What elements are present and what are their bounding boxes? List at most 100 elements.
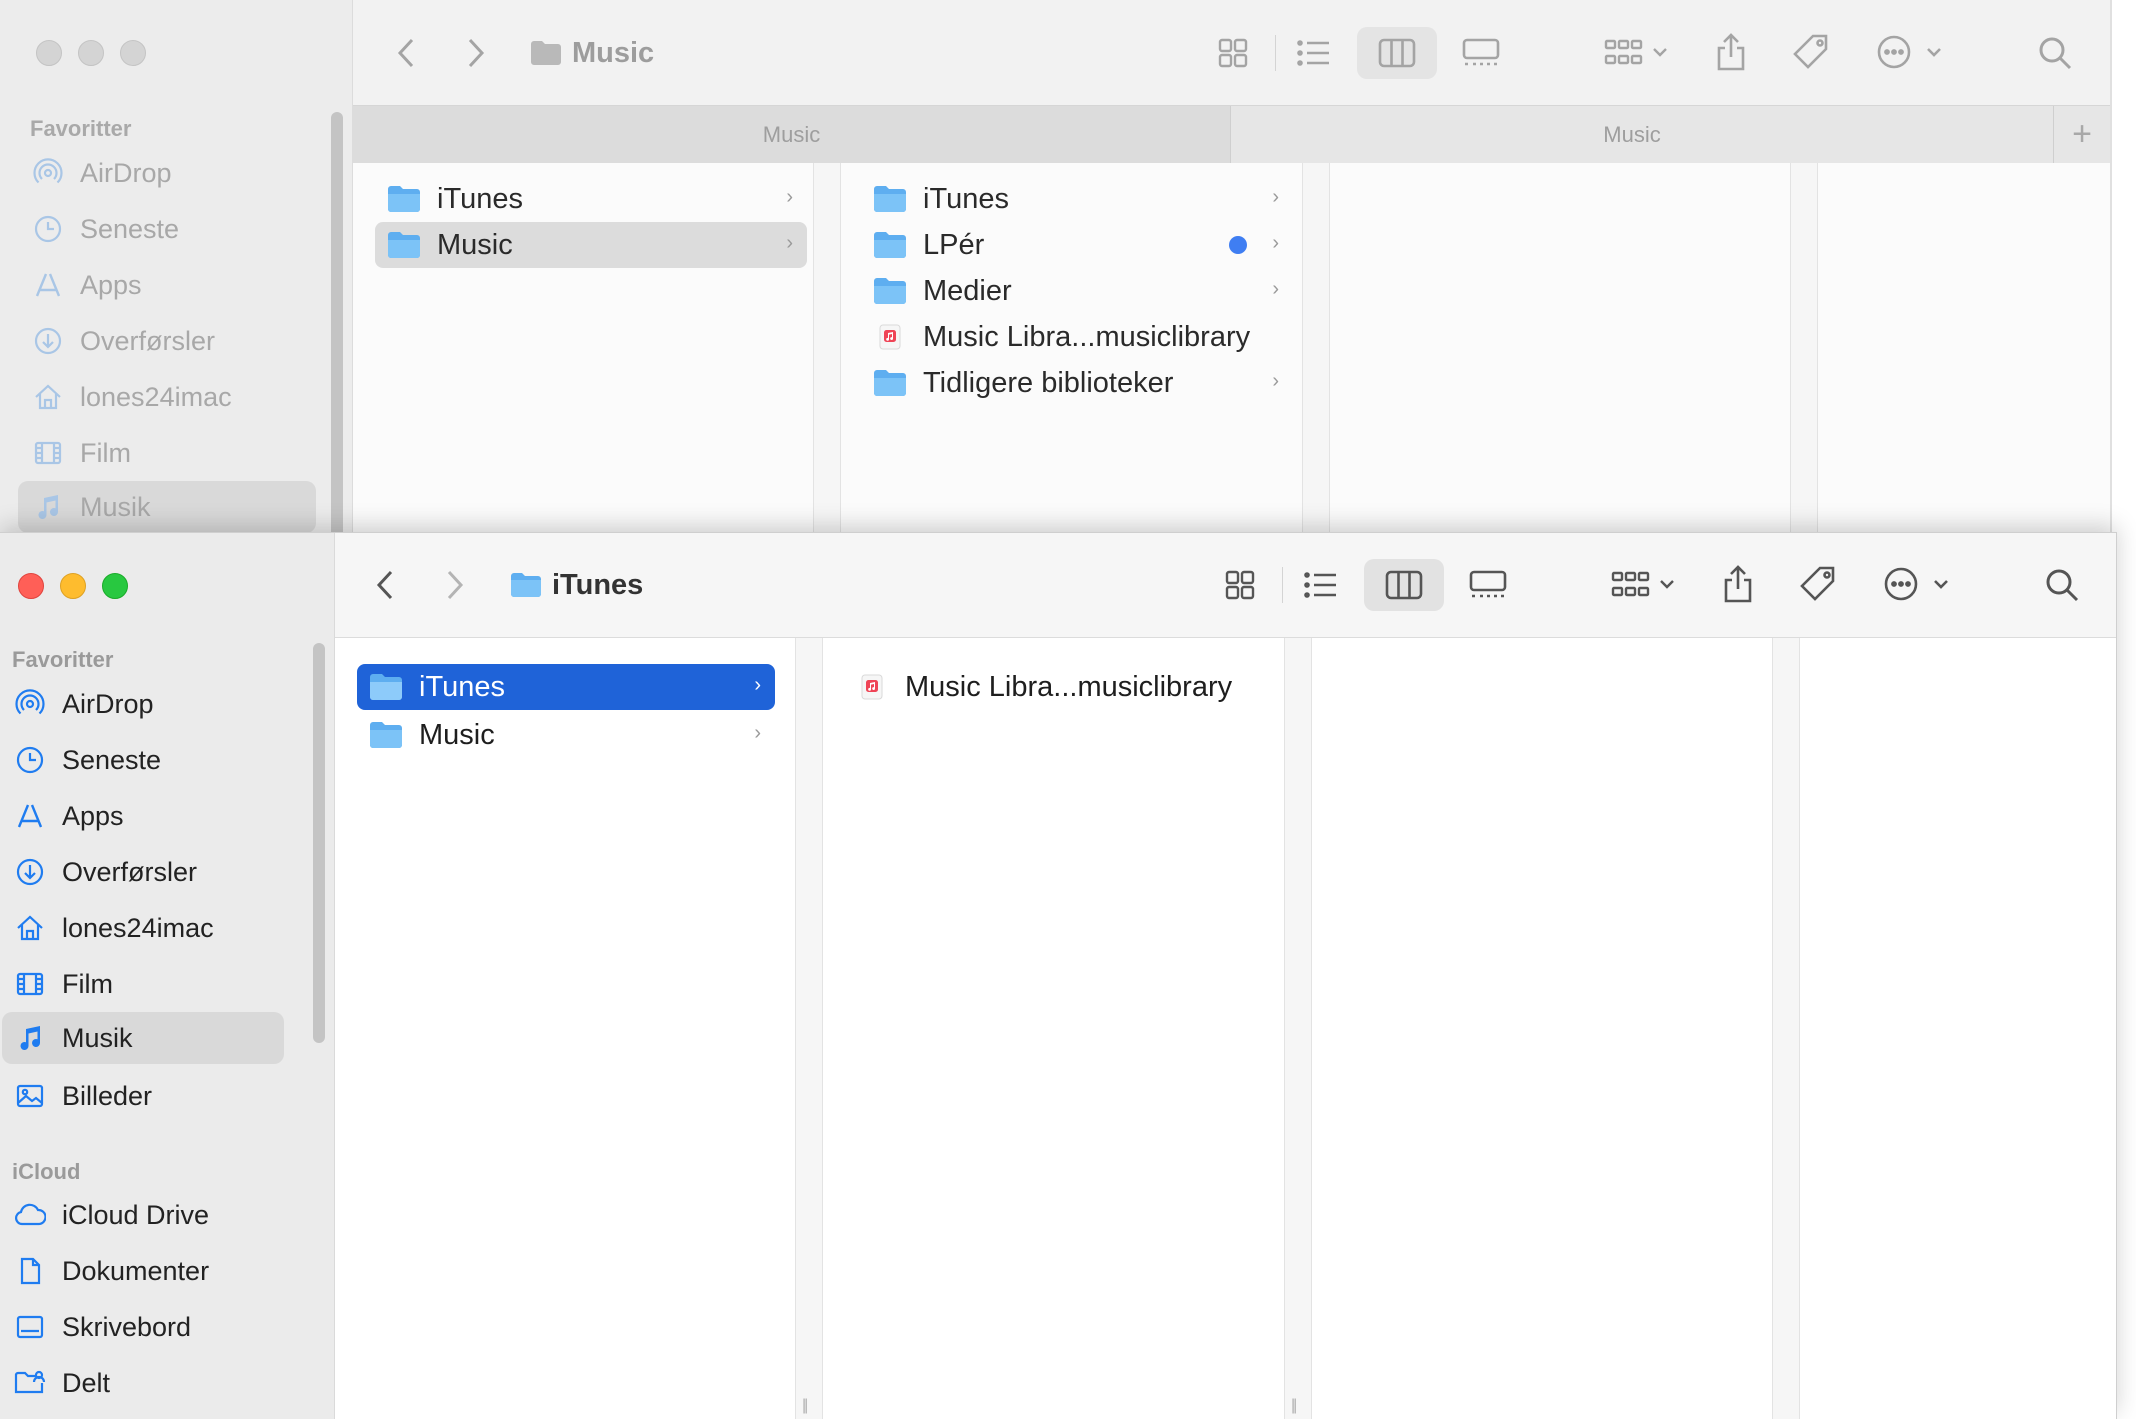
list-item[interactable]: Music Libra...musiclibrary [843,664,1261,710]
more-actions-icon[interactable] [1880,564,1956,604]
tag-icon[interactable] [1789,30,1833,74]
share-icon[interactable] [1711,30,1751,74]
list-view-icon[interactable] [1300,565,1340,605]
film-icon [32,437,64,469]
tab-music-1[interactable]: Music [353,106,1231,163]
folder-icon [873,369,907,397]
sidebar-item-film[interactable]: Film [18,427,316,479]
sidebar-item-musik[interactable]: Musik [2,1012,284,1064]
music-library-icon [855,673,889,701]
sidebar-item-overforsler[interactable]: Overførsler [18,315,316,367]
sidebar-item-apps[interactable]: Apps [2,790,284,842]
sidebar-scrollbar[interactable] [313,643,325,1043]
sidebar-item-airdrop[interactable]: AirDrop [18,147,316,199]
column-view-icon[interactable] [1377,33,1417,73]
sidebar-section-icloud: iCloud [12,1159,81,1184]
home-icon [14,912,46,944]
sidebar-item-label: AirDrop [62,688,154,719]
folder-icon [510,572,542,598]
sidebar-item-label: Musik [80,491,151,522]
sidebar-item-label: iCloud Drive [62,1199,210,1230]
list-item[interactable]: Tidligere biblioteker › [861,360,1293,406]
column-view-icon[interactable] [1384,565,1424,605]
sidebar-scrollbar[interactable] [331,112,343,552]
list-item[interactable]: LPér › [861,222,1293,268]
sidebar-item-seneste[interactable]: Seneste [2,734,284,786]
column-divider[interactable]: || [795,638,823,1419]
minimize-button[interactable] [78,40,104,66]
sidebar-item-seneste[interactable]: Seneste [18,203,316,255]
plus-icon: + [2072,115,2092,153]
sidebar-item-label: Overførsler [80,325,215,356]
window-controls [36,40,146,66]
airdrop-icon [14,688,46,720]
sidebar-item-billeder[interactable]: Billeder [2,1070,284,1122]
search-icon[interactable] [2035,33,2075,73]
sidebar-item-home[interactable]: lones24imac [2,902,284,954]
column-divider[interactable] [1302,163,1330,560]
gallery-view-icon[interactable] [1459,33,1503,73]
column-divider[interactable] [1772,638,1800,1419]
sidebar-item-musik[interactable]: Musik [18,481,316,533]
chevron-right-icon: › [1272,232,1279,254]
close-button[interactable] [18,573,44,599]
folder-icon [873,277,907,305]
window-controls [18,573,128,599]
back-icon[interactable] [391,33,421,73]
forward-icon[interactable] [440,565,470,605]
tag-icon[interactable] [1796,562,1840,606]
column-divider[interactable]: || [1284,638,1312,1419]
sidebar-item-label: Delt [62,1367,111,1398]
forward-icon[interactable] [461,33,491,73]
sidebar-item-label: lones24imac [62,912,214,943]
home-icon [32,381,64,413]
shared-folder-icon [14,1367,46,1399]
share-icon[interactable] [1718,562,1758,606]
back-icon[interactable] [370,565,400,605]
sidebar-item-label: Film [62,968,113,999]
window-title: iTunes [510,562,643,608]
group-by-icon[interactable] [1606,565,1682,605]
sidebar-item-label: Dokumenter [62,1255,210,1286]
cloud-icon [14,1199,46,1231]
gallery-view-icon[interactable] [1466,565,1510,605]
sidebar-item-dokumenter[interactable]: Dokumenter [2,1245,284,1297]
icon-view-icon[interactable] [1220,565,1260,605]
group-by-icon[interactable] [1599,33,1675,73]
sidebar-item-label: Seneste [80,213,180,244]
apps-icon [32,269,64,301]
column-divider[interactable] [813,163,841,560]
zoom-button[interactable] [120,40,146,66]
sidebar-item-label: AirDrop [80,157,172,188]
sidebar-item-apps[interactable]: Apps [18,259,316,311]
search-icon[interactable] [2042,565,2082,605]
column-divider[interactable] [1790,163,1818,560]
list-item[interactable]: iTunes › [375,176,807,222]
minimize-button[interactable] [60,573,86,599]
sidebar-item-airdrop[interactable]: AirDrop [2,678,284,730]
list-item[interactable]: Music › [357,712,775,758]
list-item[interactable]: Music Libra...musiclibrary [861,314,1293,360]
new-tab-button[interactable]: + [2053,106,2110,163]
more-actions-icon[interactable] [1873,32,1949,72]
tab-music-2[interactable]: Music [1231,106,2033,163]
sidebar-item-icloud-drive[interactable]: iCloud Drive [2,1189,284,1241]
sidebar-item-overforsler[interactable]: Overførsler [2,846,284,898]
sidebar-item-label: Seneste [62,744,162,775]
list-item[interactable]: iTunes › [861,176,1293,222]
close-button[interactable] [36,40,62,66]
zoom-button[interactable] [102,573,128,599]
sidebar-item-skrivebord[interactable]: Skrivebord [2,1301,284,1353]
list-item[interactable]: Music › [375,222,807,268]
sidebar-item-delt[interactable]: Delt [2,1357,284,1409]
icon-view-icon[interactable] [1213,33,1253,73]
list-item[interactable]: iTunes › [357,664,775,710]
sidebar-item-label: Apps [80,269,142,300]
list-item[interactable]: Medier › [861,268,1293,314]
sidebar-item-label: Skrivebord [62,1311,192,1342]
sidebar-item-label: Billeder [62,1080,153,1111]
sidebar-item-film[interactable]: Film [2,958,284,1010]
sidebar-item-home[interactable]: lones24imac [18,371,316,423]
list-view-icon[interactable] [1293,33,1333,73]
sidebar-item-label: Overførsler [62,856,197,887]
